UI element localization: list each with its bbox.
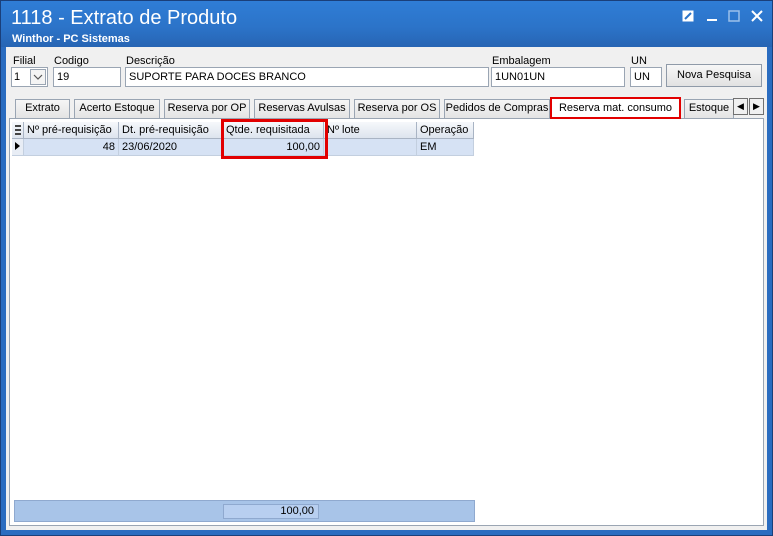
codigo-field[interactable]: 19 (53, 67, 121, 87)
filial-label: Filial (13, 55, 36, 67)
window-subtitle: Winthor - PC Sistemas (12, 33, 130, 45)
filial-select[interactable]: 1 (11, 67, 48, 87)
codigo-label: Codigo (54, 55, 89, 67)
close-icon[interactable] (748, 7, 766, 25)
filial-value: 1 (14, 71, 21, 83)
maximize-icon[interactable] (725, 7, 743, 25)
tab-extrato[interactable]: Extrato (15, 99, 70, 118)
column-header-num-pre-requisicao[interactable]: Nº pré-requisição (24, 122, 119, 139)
window-border-bottom (1, 530, 772, 535)
tab-reserva-por-os[interactable]: Reserva por OS (354, 99, 440, 118)
row-indicator-icon (12, 139, 24, 156)
chevron-down-icon[interactable] (30, 69, 46, 85)
cell-num-lote[interactable] (324, 139, 417, 156)
minimize-icon[interactable] (703, 7, 721, 25)
descricao-field[interactable]: SUPORTE PARA DOCES BRANCO (125, 67, 489, 87)
tab-reservas-avulsas[interactable]: Reservas Avulsas (254, 99, 350, 118)
embalagem-label: Embalagem (492, 55, 551, 67)
app-window: 1118 - Extrato de Produto Winthor - PC S… (0, 0, 773, 536)
title-bar: 1118 - Extrato de Produto Winthor - PC S… (1, 1, 772, 47)
un-field[interactable]: UN (630, 67, 662, 87)
window-border-left (1, 47, 6, 535)
un-label: UN (631, 55, 647, 67)
nova-pesquisa-button[interactable]: Nova Pesquisa (666, 64, 762, 87)
tab-acerto-estoque[interactable]: Acerto Estoque (74, 99, 160, 118)
cell-num-pre-requisicao[interactable]: 48 (24, 139, 119, 156)
edit-icon[interactable] (679, 7, 697, 25)
tab-content-panel: Nº pré-requisição Dt. pré-requisição Qtd… (9, 118, 764, 526)
column-highlight-box (221, 119, 328, 159)
tab-bar: Extrato Acerto Estoque Reserva por OP Re… (8, 97, 766, 119)
tab-reserva-mat-consumo[interactable]: Reserva mat. consumo (550, 97, 681, 119)
column-header-operacao[interactable]: Operação (417, 122, 474, 139)
window-title: 1118 - Extrato de Produto (11, 7, 238, 29)
cell-operacao[interactable]: EM (417, 139, 474, 156)
tab-scroll-left-icon[interactable]: ◀ (733, 98, 748, 115)
tab-estoque[interactable]: Estoque (684, 99, 734, 118)
tab-reserva-por-op[interactable]: Reserva por OP (164, 99, 250, 118)
embalagem-field[interactable]: 1UN01UN (491, 67, 625, 87)
cell-dt-pre-requisicao[interactable]: 23/06/2020 (119, 139, 223, 156)
column-header-num-lote[interactable]: Nº lote (324, 122, 417, 139)
window-border-right (767, 47, 772, 535)
grid-footer: 100,00 (14, 500, 475, 522)
descricao-label: Descrição (126, 55, 175, 67)
footer-total-qtde: 100,00 (223, 504, 319, 519)
tab-pedidos-de-compras[interactable]: Pedidos de Compras (444, 99, 550, 118)
grid-options-icon[interactable] (12, 122, 24, 139)
tab-scroll-right-icon[interactable]: ▶ (749, 98, 764, 115)
column-header-dt-pre-requisicao[interactable]: Dt. pré-requisição (119, 122, 223, 139)
